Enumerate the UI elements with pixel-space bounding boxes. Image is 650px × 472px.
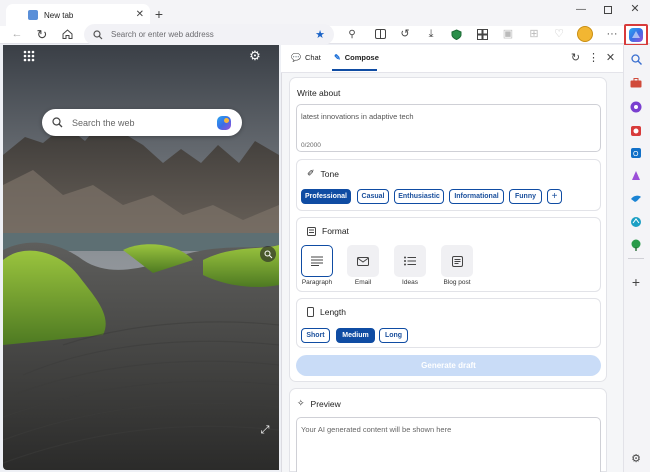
length-option-long[interactable]: Long (379, 328, 408, 343)
back-icon[interactable]: ← (11, 28, 23, 40)
downloads-icon[interactable]: ⤓ (425, 28, 437, 40)
format-option-email[interactable] (347, 245, 379, 277)
chat-icon: 💬 (291, 53, 301, 62)
maximize-icon[interactable] (602, 4, 614, 16)
tone-option-casual[interactable]: Casual (357, 189, 389, 204)
format-option-blog-post[interactable] (441, 245, 473, 277)
home-icon[interactable] (61, 28, 74, 40)
tab-title: New tab (44, 10, 74, 20)
write-about-value: latest innovations in adaptive tech (301, 112, 414, 121)
svg-text:O: O (633, 151, 639, 158)
active-tab-indicator (332, 69, 377, 71)
tab-compose-label: Compose (344, 53, 379, 62)
list-icon (404, 256, 416, 266)
format-icon (307, 226, 316, 236)
paragraph-icon (311, 256, 323, 266)
tone-icon: ✐ (307, 168, 315, 178)
compose-icon: ✎ (334, 53, 341, 62)
visual-search-icon[interactable] (260, 246, 276, 262)
format-title: Format (322, 226, 349, 236)
sidebar-microsoft365-icon[interactable] (628, 123, 644, 139)
history-icon[interactable]: ↺ (399, 28, 411, 40)
format-label-email: Email (354, 279, 372, 286)
sidebar-outlook-icon[interactable]: O (628, 145, 644, 161)
address-bar[interactable]: Search or enter web address ★ (84, 24, 334, 45)
sidebar-bird-icon[interactable] (628, 191, 644, 207)
format-option-ideas[interactable] (394, 245, 426, 277)
tab-chat[interactable]: 💬 Chat (291, 53, 321, 62)
preview-sparkle-icon: ✧ (297, 398, 305, 408)
copilot-search-icon[interactable] (216, 115, 232, 131)
format-label-paragraph: Paragraph (301, 279, 333, 286)
screenshot-icon[interactable]: ▣ (502, 28, 514, 40)
length-option-short[interactable]: Short (301, 328, 330, 343)
refresh-icon[interactable]: ↻ (36, 28, 48, 41)
tone-title: Tone (320, 168, 339, 179)
tab-chat-label: Chat (304, 53, 321, 62)
more-options-icon[interactable]: ··· (605, 28, 619, 40)
apps-grid-icon[interactable] (23, 50, 35, 62)
new-tab-button[interactable]: + (152, 7, 166, 21)
preview-title: Preview (310, 398, 341, 409)
browser-essentials-icon[interactable] (450, 28, 462, 40)
web-search-box[interactable]: Search the web (42, 109, 242, 136)
favorite-star-icon[interactable]: ★ (315, 28, 325, 41)
tone-option-professional[interactable]: Professional (301, 189, 351, 204)
length-title: Length (320, 307, 346, 317)
write-about-title: Write about (297, 88, 341, 98)
page-settings-gear-icon[interactable]: ⚙ (248, 48, 262, 62)
tone-option-funny[interactable]: Funny (509, 189, 542, 204)
pane-close-icon[interactable]: ✕ (605, 53, 616, 64)
sidebar-games-icon[interactable] (628, 99, 644, 115)
sidebar-designer-icon[interactable] (628, 168, 644, 184)
address-input[interactable]: Search or enter web address (111, 30, 307, 39)
blog-post-icon (451, 255, 463, 267)
format-label-ideas: Ideas (402, 279, 418, 286)
email-icon (357, 256, 369, 266)
web-search-input[interactable]: Search the web (72, 118, 207, 128)
sidebar-divider (628, 258, 644, 259)
sidebar-search-icon[interactable] (628, 51, 644, 67)
performance-icon[interactable]: ♡ (553, 28, 565, 40)
length-icon (307, 307, 314, 317)
sidebar-tree-icon[interactable] (628, 237, 644, 253)
expand-icon[interactable]: ⤢ (259, 424, 271, 436)
character-counter: 0/2000 (301, 142, 321, 149)
length-option-medium[interactable]: Medium (336, 328, 375, 343)
close-window-icon[interactable]: ✕ (629, 3, 641, 15)
add-tone-button[interactable]: + (547, 189, 562, 204)
sidebar-drop-icon[interactable] (628, 214, 644, 230)
sidebar-add-icon[interactable]: + (628, 274, 644, 290)
minimize-icon[interactable]: — (575, 4, 587, 16)
collections-icon[interactable] (476, 28, 488, 40)
preview-placeholder: Your AI generated content will be shown … (301, 425, 452, 434)
tone-option-informational[interactable]: Informational (449, 189, 504, 204)
search-icon (93, 29, 103, 40)
sidebar-tools-icon[interactable] (628, 75, 644, 91)
sidebar-settings-gear-icon[interactable]: ⚙ (628, 450, 644, 466)
format-label-blog-post: Blog post (443, 279, 471, 286)
pane-more-icon[interactable]: ⋮ (588, 53, 599, 64)
tab-new-tab[interactable]: New tab ✕ (6, 4, 150, 26)
tab-close-icon[interactable]: ✕ (136, 10, 144, 20)
web-search-icon (52, 117, 63, 128)
profile-avatar[interactable] (577, 26, 593, 42)
pane-refresh-icon[interactable]: ↻ (570, 53, 581, 64)
copilot-icon[interactable] (628, 27, 644, 43)
split-screen-icon[interactable] (374, 28, 386, 40)
format-option-paragraph[interactable] (301, 245, 333, 277)
preview-output-area: Your AI generated content will be shown … (296, 417, 601, 472)
app-install-icon[interactable]: ⊞ (528, 28, 540, 40)
write-about-textarea[interactable]: latest innovations in adaptive tech 0/20… (296, 104, 601, 152)
extensions-icon[interactable]: ⚲ (346, 29, 358, 41)
tab-favicon-icon (28, 10, 38, 20)
preview-header: ✧ Preview (297, 398, 341, 409)
tone-option-enthusiastic[interactable]: Enthusiastic (394, 189, 444, 204)
tab-compose[interactable]: ✎ Compose (334, 53, 379, 62)
generate-draft-button[interactable]: Generate draft (296, 355, 601, 376)
